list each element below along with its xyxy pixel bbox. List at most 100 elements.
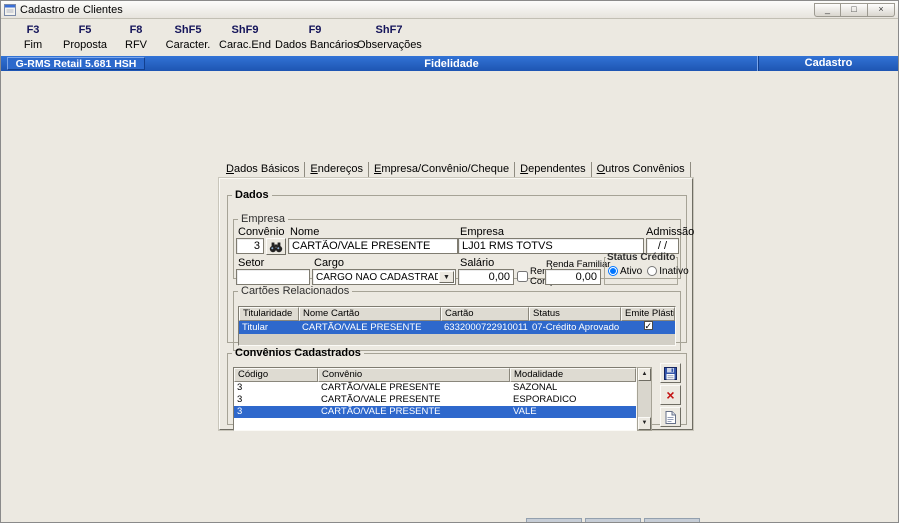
toolbar-item-proposta[interactable]: F5 Proposta: [59, 22, 111, 56]
close-button[interactable]: ×: [868, 2, 895, 17]
status-credito-groupbox: Status Crédito Ativo Inativo: [604, 252, 689, 285]
tab-enderecos[interactable]: Endereços: [305, 162, 369, 178]
convenios-table-row[interactable]: 3 CARTÃO/VALE PRESENTE SAZONAL: [234, 382, 636, 394]
convenio-input[interactable]: [236, 238, 264, 254]
cartoes-relacionados-groupbox: Cartões Relacionados Titularidade Nome C…: [233, 285, 681, 351]
new-document-button[interactable]: [660, 407, 681, 427]
cell-modalidade: VALE: [513, 406, 537, 417]
cartoes-header-row: Titularidade Nome Cartão Cartão Status E…: [239, 307, 675, 321]
save-button[interactable]: [660, 363, 681, 383]
cargo-value: CARGO NAO CADASTRADO: [316, 272, 438, 283]
column-header-status[interactable]: Status: [529, 307, 621, 321]
column-header-modalidade[interactable]: Modalidade: [510, 368, 636, 382]
toolbar-item-fim[interactable]: F3 Fim: [9, 22, 57, 56]
status-ativo-label: Ativo: [620, 266, 643, 277]
convenios-group-title: Convênios Cadastrados: [235, 347, 361, 359]
taskbar-peek-item[interactable]: [585, 518, 641, 522]
delete-x-icon: ×: [666, 387, 675, 403]
status-inativo-label: Inativo: [659, 266, 689, 277]
cell-codigo: 3: [237, 382, 243, 393]
toolbar-key: ShF9: [231, 24, 259, 36]
delete-button[interactable]: ×: [660, 385, 681, 405]
cargo-combobox[interactable]: CARGO NAO CADASTRADO ▼: [312, 269, 456, 285]
toolbar-item-caracend[interactable]: ShF9 Carac.End: [217, 22, 273, 56]
status-ativo-option[interactable]: Ativo: [608, 266, 642, 277]
cell-modalidade: SAZONAL: [513, 382, 558, 393]
cell-modalidade: ESPORADICO: [513, 394, 577, 405]
tab-strip: Dados Básicos Endereços Empresa/Convênio…: [219, 161, 693, 178]
cell-convenio: CARTÃO/VALE PRESENTE: [321, 406, 441, 417]
status-band: G-RMS Retail 5.681 HSH Fidelidade Cadast…: [1, 56, 898, 71]
cartoes-table: Titularidade Nome Cartão Cartão Status E…: [238, 306, 676, 346]
tab-panel: Dados Básicos Endereços Empresa/Convênio…: [219, 161, 694, 431]
window-title: Cadastro de Clientes: [20, 3, 123, 16]
convenios-table-row[interactable]: 3 CARTÃO/VALE PRESENTE ESPORADICO: [234, 394, 636, 406]
minimize-button[interactable]: _: [814, 2, 841, 17]
status-credito-label: Status Crédito: [607, 252, 676, 263]
status-credito-options: Ativo Inativo: [608, 266, 689, 277]
convenios-table-row-selected[interactable]: 3 CARTÃO/VALE PRESENTE VALE: [234, 406, 636, 418]
toolbar-label: Observações: [357, 39, 422, 51]
dados-group-title: Dados: [235, 189, 269, 201]
nome-label: Nome: [290, 226, 320, 238]
toolbar-label: Caracter.: [165, 39, 211, 51]
status-inativo-radio[interactable]: [647, 266, 658, 276]
toolbar-key: F5: [78, 24, 92, 36]
search-button[interactable]: [266, 238, 286, 255]
toolbar-label: RFV: [125, 39, 147, 51]
empresa-group-title: Empresa: [241, 213, 286, 225]
setor-input[interactable]: [236, 269, 310, 285]
empresa-label: Empresa: [460, 226, 505, 238]
cartoes-table-row[interactable]: Titular CARTÃO/VALE PRESENTE 63320007229…: [239, 321, 675, 334]
status-inativo-option[interactable]: Inativo: [647, 266, 689, 277]
renda-compr-checkbox[interactable]: [517, 271, 528, 282]
toolbar-key: F3: [26, 24, 40, 36]
column-header-convenio[interactable]: Convênio: [318, 368, 510, 382]
toolbar-item-dados-bancarios[interactable]: F9 Dados Bancários: [275, 22, 359, 56]
toolbar-key: F9: [308, 24, 322, 36]
binoculars-icon: [269, 241, 283, 253]
cartoes-group-title: Cartões Relacionados: [241, 285, 350, 297]
toolbar-key: ShF5: [174, 24, 202, 36]
salario-input[interactable]: [458, 269, 514, 285]
column-header-nome-cartao[interactable]: Nome Cartão: [299, 307, 441, 321]
toolbar-label: Proposta: [62, 39, 108, 51]
tab-outros-convenios[interactable]: Outros Convênios: [592, 162, 691, 178]
tab-empresa-convenio-cheque[interactable]: Empresa/Convênio/Cheque: [369, 162, 516, 178]
column-header-titularidade[interactable]: Titularidade: [239, 307, 299, 321]
cell-convenio: CARTÃO/VALE PRESENTE: [321, 394, 441, 405]
floppy-disk-icon: [664, 366, 677, 380]
cell-titularidade: Titular: [242, 322, 269, 333]
column-header-codigo[interactable]: Código: [234, 368, 318, 382]
scroll-up-icon[interactable]: ▲: [638, 368, 651, 381]
maximize-button[interactable]: □: [841, 2, 868, 17]
client-area: Dados Básicos Endereços Empresa/Convênio…: [1, 71, 898, 522]
toolbar-item-caracter[interactable]: ShF5 Caracter.: [161, 22, 215, 56]
toolbar-item-observacoes[interactable]: ShF7 Observações: [357, 22, 422, 56]
app-icon: [4, 3, 16, 16]
taskbar-peek-item[interactable]: [526, 518, 582, 522]
vertical-scrollbar[interactable]: ▲ ▼: [637, 367, 652, 431]
scroll-down-icon[interactable]: ▼: [638, 417, 651, 430]
tab-dependentes[interactable]: Dependentes: [515, 162, 592, 178]
chevron-down-icon[interactable]: ▼: [439, 271, 454, 283]
window-controls: _ □ ×: [814, 2, 895, 17]
column-header-cartao[interactable]: Cartão: [441, 307, 529, 321]
emite-plastico-checkbox[interactable]: [643, 321, 653, 330]
toolbar-key: F8: [129, 24, 143, 36]
status-ativo-radio[interactable]: [608, 266, 618, 276]
tab-dados-basicos[interactable]: Dados Básicos: [221, 162, 306, 178]
nome-input[interactable]: [288, 238, 458, 254]
convenio-label: Convênio: [238, 226, 285, 238]
toolbar-label: Dados Bancários: [275, 39, 359, 51]
salario-label: Salário: [460, 257, 495, 269]
toolbar-item-rfv[interactable]: F8 RFV: [113, 22, 159, 56]
cell-codigo: 3: [237, 406, 243, 417]
renda-familiar-input[interactable]: [545, 269, 601, 285]
version-label: G-RMS Retail 5.681 HSH: [7, 57, 145, 70]
cell-codigo: 3: [237, 394, 243, 405]
taskbar-peek-item[interactable]: [644, 518, 700, 522]
column-header-emite-plastico[interactable]: Emite Plástico: [621, 307, 675, 321]
cell-emite-plastico: [621, 321, 675, 334]
toolbar-label: Fim: [23, 39, 43, 51]
